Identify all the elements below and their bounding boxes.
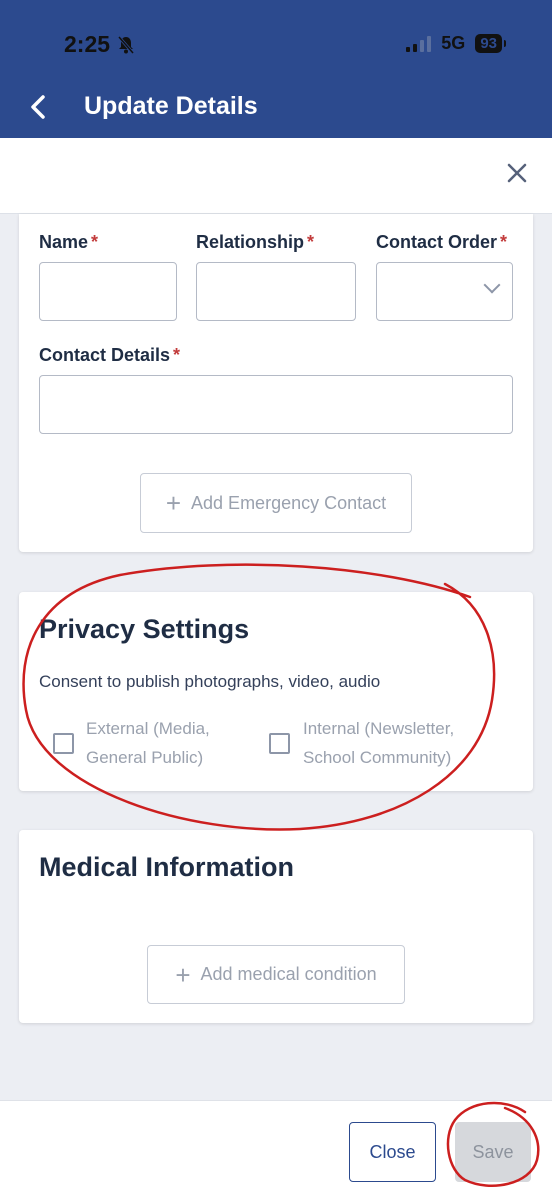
add-emergency-contact-label: Add Emergency Contact: [191, 492, 387, 513]
plus-icon: +: [175, 959, 191, 990]
name-input[interactable]: [39, 262, 177, 321]
medical-information-card: Medical Information + Add medical condit…: [19, 830, 533, 1023]
status-indicators: 5G 93: [406, 33, 506, 54]
modal-header: [0, 138, 552, 214]
page-title: Update Details: [84, 92, 258, 120]
chevron-down-icon: [483, 276, 501, 294]
battery-icon: 93: [475, 34, 506, 53]
name-label: Name *: [39, 232, 99, 252]
privacy-settings-title: Privacy Settings: [39, 614, 250, 644]
medical-information-title: Medical Information: [39, 852, 295, 882]
contact-details-label: Contact Details *: [39, 345, 181, 365]
internal-consent-label: Internal (Newsletter, School Community): [303, 719, 455, 767]
app-header: 2:25 5G 93 Update Details: [0, 0, 552, 138]
back-button[interactable]: [30, 92, 54, 122]
status-time-text: 2:25: [64, 31, 111, 57]
footer-actions: Close Save: [0, 1100, 552, 1200]
relationship-input[interactable]: [196, 262, 356, 321]
add-medical-condition-button[interactable]: + Add medical condition: [147, 945, 405, 1004]
add-emergency-contact-button[interactable]: + Add Emergency Contact: [140, 473, 412, 533]
close-icon: [507, 163, 527, 183]
close-footer-button[interactable]: Close: [349, 1122, 436, 1182]
close-button[interactable]: [506, 160, 528, 190]
external-consent-label: External (Media, General Public): [86, 719, 210, 767]
network-type: 5G: [441, 33, 466, 53]
emergency-contact-card: Name * Relationship * Contact Order * Conta…: [19, 214, 533, 552]
status-time: 2:25: [64, 31, 136, 58]
relationship-label: Relationship *: [196, 232, 315, 252]
plus-icon: +: [165, 488, 182, 518]
privacy-settings-card: Privacy Settings Consent to publish phot…: [19, 592, 533, 791]
contact-details-input[interactable]: [39, 375, 513, 434]
consent-text: Consent to publish photographs, video, a…: [39, 672, 381, 691]
save-button[interactable]: Save: [455, 1122, 531, 1182]
external-consent-checkbox[interactable]: [53, 733, 74, 754]
add-medical-condition-label: Add medical condition: [200, 964, 377, 984]
internal-consent-checkbox[interactable]: [269, 733, 290, 754]
chevron-left-icon: [31, 95, 45, 119]
contact-order-label: Contact Order *: [376, 232, 508, 252]
signal-icon: [406, 35, 432, 52]
contact-order-select[interactable]: [376, 262, 513, 321]
bell-slash-icon: [117, 35, 135, 54]
